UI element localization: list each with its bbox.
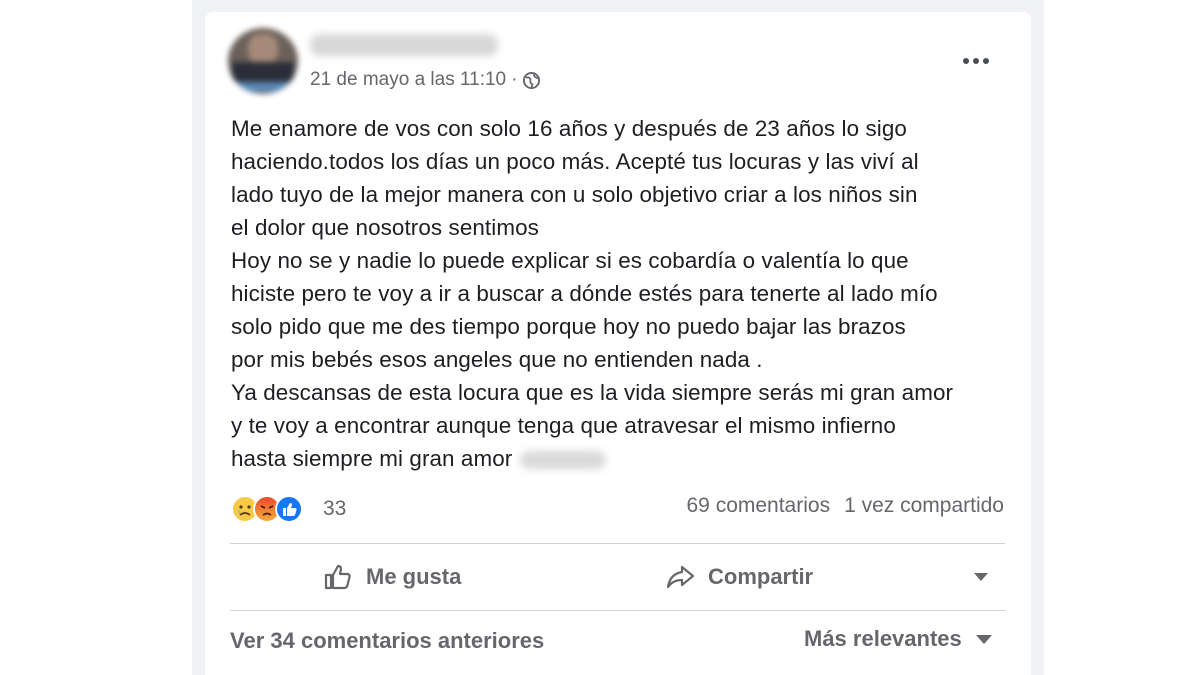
engagement-counts: 69 comentarios 1 vez compartido [687,494,1005,518]
post-text-line: y te voy a encontrar aunque tenga que at… [231,413,896,438]
comment-count[interactable]: 69 comentarios [687,494,831,518]
more-options-icon[interactable] [952,46,1000,76]
post-text-line: haciendo.todos los días un poco más. Ace… [231,149,919,174]
post-text-line: Hoy no se y nadie lo puede explicar si e… [231,248,909,273]
divider [230,543,1005,544]
post-text-line: Ya descansas de esta locura que es la vi… [231,380,954,405]
share-label: Compartir [708,564,814,589]
comment-sort-dropdown[interactable]: Más relevantes [804,626,992,652]
post-body: Me enamore de vos con solo 16 años y des… [231,112,1021,475]
post-text-line: hiciste pero te voy a ir a buscar a dónd… [231,281,938,306]
post-timestamp[interactable]: 21 de mayo a las 11:10 [310,69,506,91]
meta-separator: · [511,69,518,90]
post-text-line: por mis bebés esos angeles que no entien… [231,347,763,372]
redacted-name [520,451,607,470]
reaction-summary[interactable]: 33 [231,492,346,526]
post-meta: 21 de mayo a las 11:10 · [310,68,541,92]
share-dropdown-icon[interactable] [974,573,988,581]
share-arrow-icon [666,565,695,589]
sort-label: Más relevantes [804,626,962,651]
share-button[interactable]: Compartir [664,560,813,594]
chevron-down-icon [975,634,992,644]
post-text-line-last: hasta siempre mi gran amor [231,442,1021,475]
like-reaction-icon [275,495,303,523]
author-avatar[interactable] [228,28,298,94]
thumbs-up-icon [324,564,351,590]
like-button[interactable]: Me gusta [322,560,461,594]
reaction-count[interactable]: 33 [323,497,346,521]
globe-icon[interactable] [522,71,541,90]
view-previous-comments-link[interactable]: Ver 34 comentarios anteriores [230,628,544,654]
post-text-line: lado tuyo de la mejor manera con u solo … [231,182,918,207]
like-label: Me gusta [366,564,462,589]
post-text-line: el dolor que nosotros sentimos [231,215,539,240]
page: 21 de mayo a las 11:10 · Me enamore de v… [0,0,1200,675]
post-text-final: hasta siempre mi gran amor [231,446,513,471]
share-count[interactable]: 1 vez compartido [844,494,1004,518]
post-text-line: Me enamore de vos con solo 16 años y des… [231,116,907,141]
post-text-line: solo pido que me des tiempo porque hoy n… [231,314,906,339]
divider [230,610,1005,611]
author-name-redacted[interactable] [310,34,498,56]
